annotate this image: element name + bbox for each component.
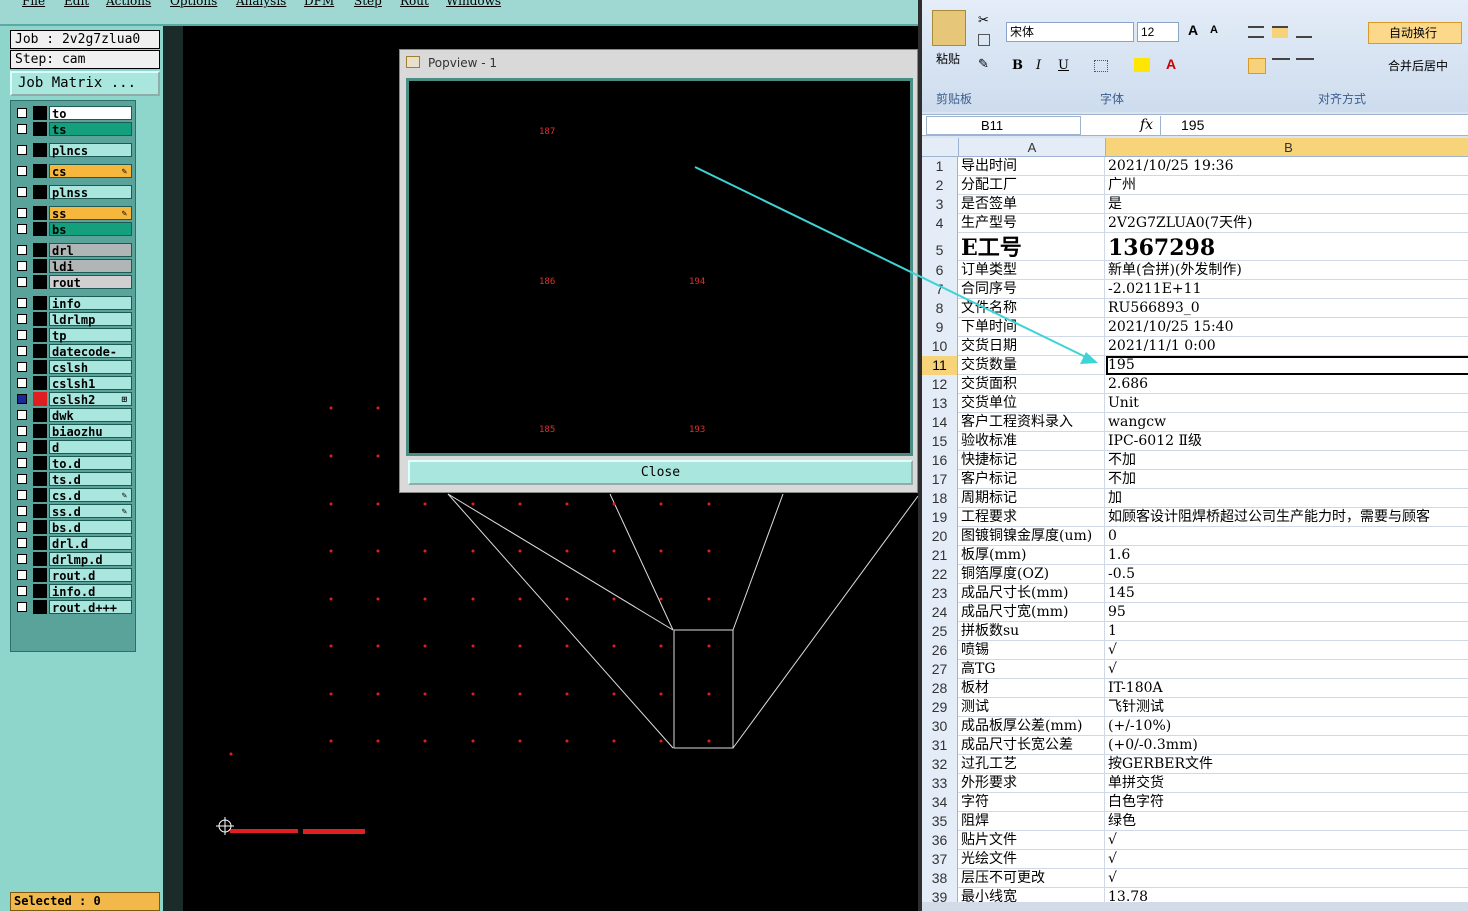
annotation-arrow — [694, 166, 1098, 364]
arrow-head — [1080, 352, 1098, 364]
arrow-line — [694, 166, 1097, 363]
